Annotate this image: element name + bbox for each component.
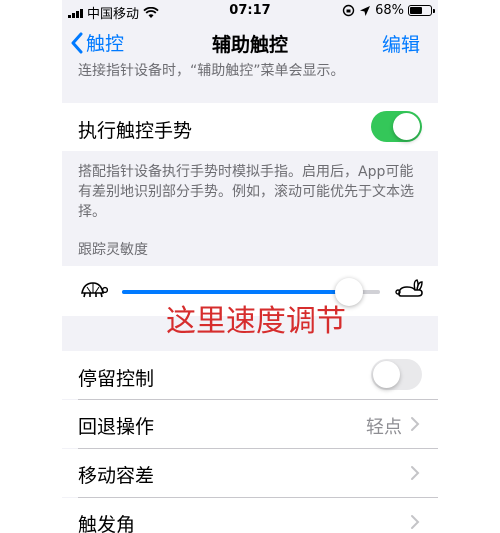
location-icon — [360, 5, 371, 16]
gesture-toggle[interactable] — [371, 111, 422, 142]
gesture-footer: 搭配指针设备执行手势时模拟手指。启用后，App可能有差别地识别部分手势。例如，滚… — [78, 164, 414, 220]
dwell-control-toggle[interactable] — [371, 359, 422, 390]
hot-corners-label: 触发角 — [78, 514, 136, 533]
battery-percent: 68% — [375, 3, 404, 18]
section-footer-note: 连接指针设备时，“辅助触控”菜单会显示。 — [78, 63, 345, 79]
status-bar: 中国移动 07:17 68% — [62, 0, 438, 22]
movement-tolerance-label: 移动容差 — [78, 465, 155, 487]
toggle-knob — [373, 361, 400, 388]
navigation-bar: 触控 辅助触控 编辑 — [62, 22, 438, 62]
chevron-right-icon — [411, 417, 420, 431]
battery-icon — [408, 5, 435, 16]
edit-button[interactable]: 编辑 — [382, 30, 420, 57]
fallback-action-row[interactable]: 回退操作 轻点 — [62, 400, 438, 448]
gesture-toggle-row: 执行触控手势 — [62, 103, 438, 151]
tracking-header: 跟踪灵敏度 — [78, 242, 148, 258]
status-right: 68% — [342, 3, 435, 18]
tracking-speed-slider[interactable] — [122, 278, 380, 306]
chevron-right-icon — [411, 466, 420, 480]
toggle-knob — [393, 113, 420, 140]
speed-annotation: 这里速度调节 — [166, 304, 346, 339]
dwell-control-row: 停留控制 — [62, 351, 438, 399]
gesture-toggle-label: 执行触控手势 — [78, 120, 193, 142]
turtle-icon — [81, 282, 108, 298]
chevron-right-icon — [411, 515, 420, 529]
rabbit-icon — [395, 279, 423, 297]
slider-fill — [122, 290, 350, 294]
hot-corners-row[interactable]: 触发角 — [62, 498, 438, 533]
fallback-action-label: 回退操作 — [78, 416, 155, 438]
fallback-action-value: 轻点 — [366, 417, 402, 438]
dwell-control-label: 停留控制 — [78, 368, 155, 390]
settings-screen: 中国移动 07:17 68% 触控 辅助触控 编辑 连接指针设备时，“辅助触控”… — [62, 0, 438, 533]
movement-tolerance-row[interactable]: 移动容差 — [62, 449, 438, 497]
lock-rotation-icon — [342, 4, 355, 17]
